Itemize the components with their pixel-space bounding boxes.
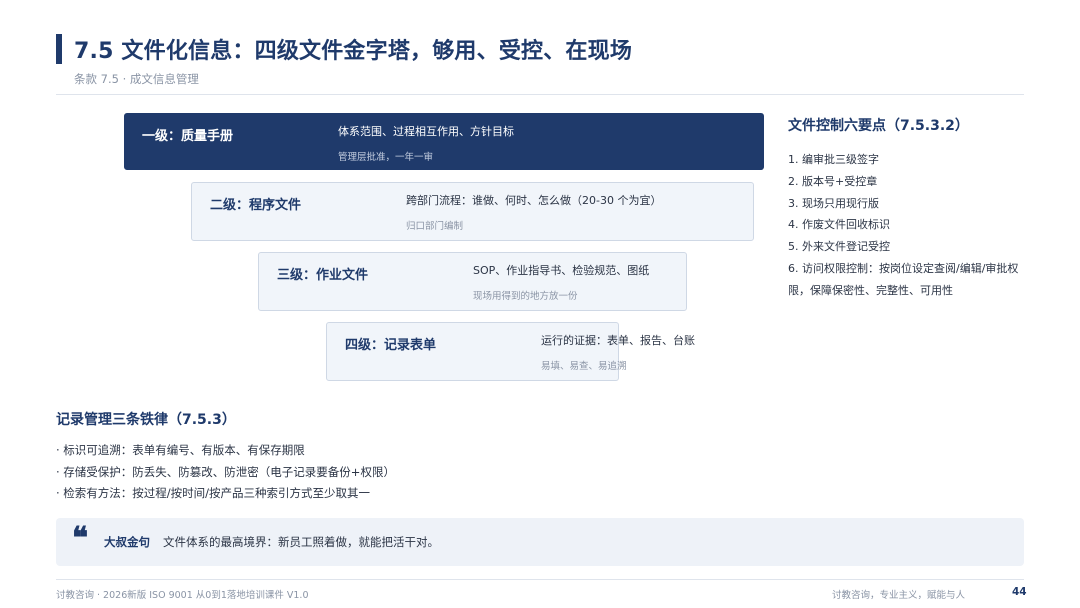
record-rules-title: 记录管理三条铁律（7.5.3） — [56, 412, 236, 428]
list-item: 5. 外来文件登记受控 — [788, 240, 890, 254]
tier-note: 现场用得到的地方放一份 — [473, 291, 578, 302]
list-item: · 存储受保护：防丢失、防篡改、防泄密（电子记录要备份+权限） — [56, 464, 395, 479]
quote-mark-icon: ❝ — [72, 521, 89, 556]
list-item: 6. 访问权限控制：按岗位设定查阅/编辑/审批权限，保障保密性、完整性、可用性 — [788, 261, 1019, 297]
record-rules-section: 记录管理三条铁律（7.5.3） · 标识可追溯：表单有编号、有版本、有保存期限 … — [56, 409, 395, 505]
list-item: · 检索有方法：按过程/按时间/按产品三种索引方式至少取其一 — [56, 486, 371, 500]
document-control-list: 1. 编审批三级签字 2. 版本号+受控章 3. 现场只用现行版 4. 作废文件… — [788, 149, 1028, 302]
tier-name: 四级：记录表单 — [345, 338, 437, 353]
list-item: 1. 编审批三级签字 — [788, 153, 879, 166]
tier-description: SOP、作业指导书、检验规范、图纸 — [473, 264, 650, 277]
page-number: 44 — [1012, 586, 1027, 598]
title-accent-bar — [56, 34, 62, 64]
header-divider — [56, 94, 1024, 95]
tier-name: 三级：作业文件 — [277, 268, 369, 283]
pyramid-tier-1: 一级：质量手册 体系范围、过程相互作用、方针目标 管理层批准，一年一审 — [124, 113, 764, 170]
tier-description: 运行的证据：表单、报告、台账 — [541, 334, 695, 347]
quote-label: 大叔金句 — [104, 535, 150, 549]
tier-description: 跨部门流程：谁做、何时、怎么做（20-30 个为宜） — [406, 194, 662, 207]
footer-slogan: 讨教咨询，专业主义，赋能与人 — [832, 590, 966, 601]
pyramid-tier-4: 四级：记录表单 运行的证据：表单、报告、台账 易填、易查、易追溯 — [326, 322, 695, 381]
tier-name: 二级：程序文件 — [210, 198, 302, 213]
document-control-panel: 文件控制六要点（7.5.3.2） 1. 编审批三级签字 2. 版本号+受控章 3… — [788, 115, 1028, 302]
page-subtitle: 条款 7.5 · 成文信息管理 — [74, 72, 199, 86]
tier-name: 一级：质量手册 — [142, 129, 234, 144]
list-item: 3. 现场只用现行版 — [788, 196, 879, 210]
list-item: · 标识可追溯：表单有编号、有版本、有保存期限 — [56, 443, 305, 457]
list-item: 2. 版本号+受控章 — [788, 174, 878, 188]
quote-callout: ❝ 大叔金句 文件体系的最高境界：新员工照着做，就能把活干对。 — [56, 518, 1024, 566]
pyramid-tier-2: 二级：程序文件 跨部门流程：谁做、何时、怎么做（20-30 个为宜） 归口部门编… — [191, 182, 754, 241]
pyramid-tier-3: 三级：作业文件 SOP、作业指导书、检验规范、图纸 现场用得到的地方放一份 — [258, 252, 687, 311]
document-control-title: 文件控制六要点（7.5.3.2） — [788, 118, 969, 134]
list-item: 4. 作废文件回收标识 — [788, 218, 890, 232]
quote-text: 文件体系的最高境界：新员工照着做，就能把活干对。 — [163, 535, 439, 549]
record-rules-list: · 标识可追溯：表单有编号、有版本、有保存期限 · 存储受保护：防丢失、防篡改、… — [56, 440, 395, 505]
footer-course-name: 讨教咨询 · 2026新版 ISO 9001 从0到1落地培训课件 V1.0 — [56, 590, 309, 601]
tier-note: 易填、易查、易追溯 — [541, 361, 627, 372]
tier-note: 归口部门编制 — [406, 221, 464, 232]
page-title: 7.5 文件化信息：四级文件金字塔，够用、受控、在现场 — [74, 39, 633, 64]
tier-note: 管理层批准，一年一审 — [338, 152, 434, 163]
footer-divider — [56, 579, 1024, 580]
tier-description: 体系范围、过程相互作用、方针目标 — [338, 125, 514, 138]
